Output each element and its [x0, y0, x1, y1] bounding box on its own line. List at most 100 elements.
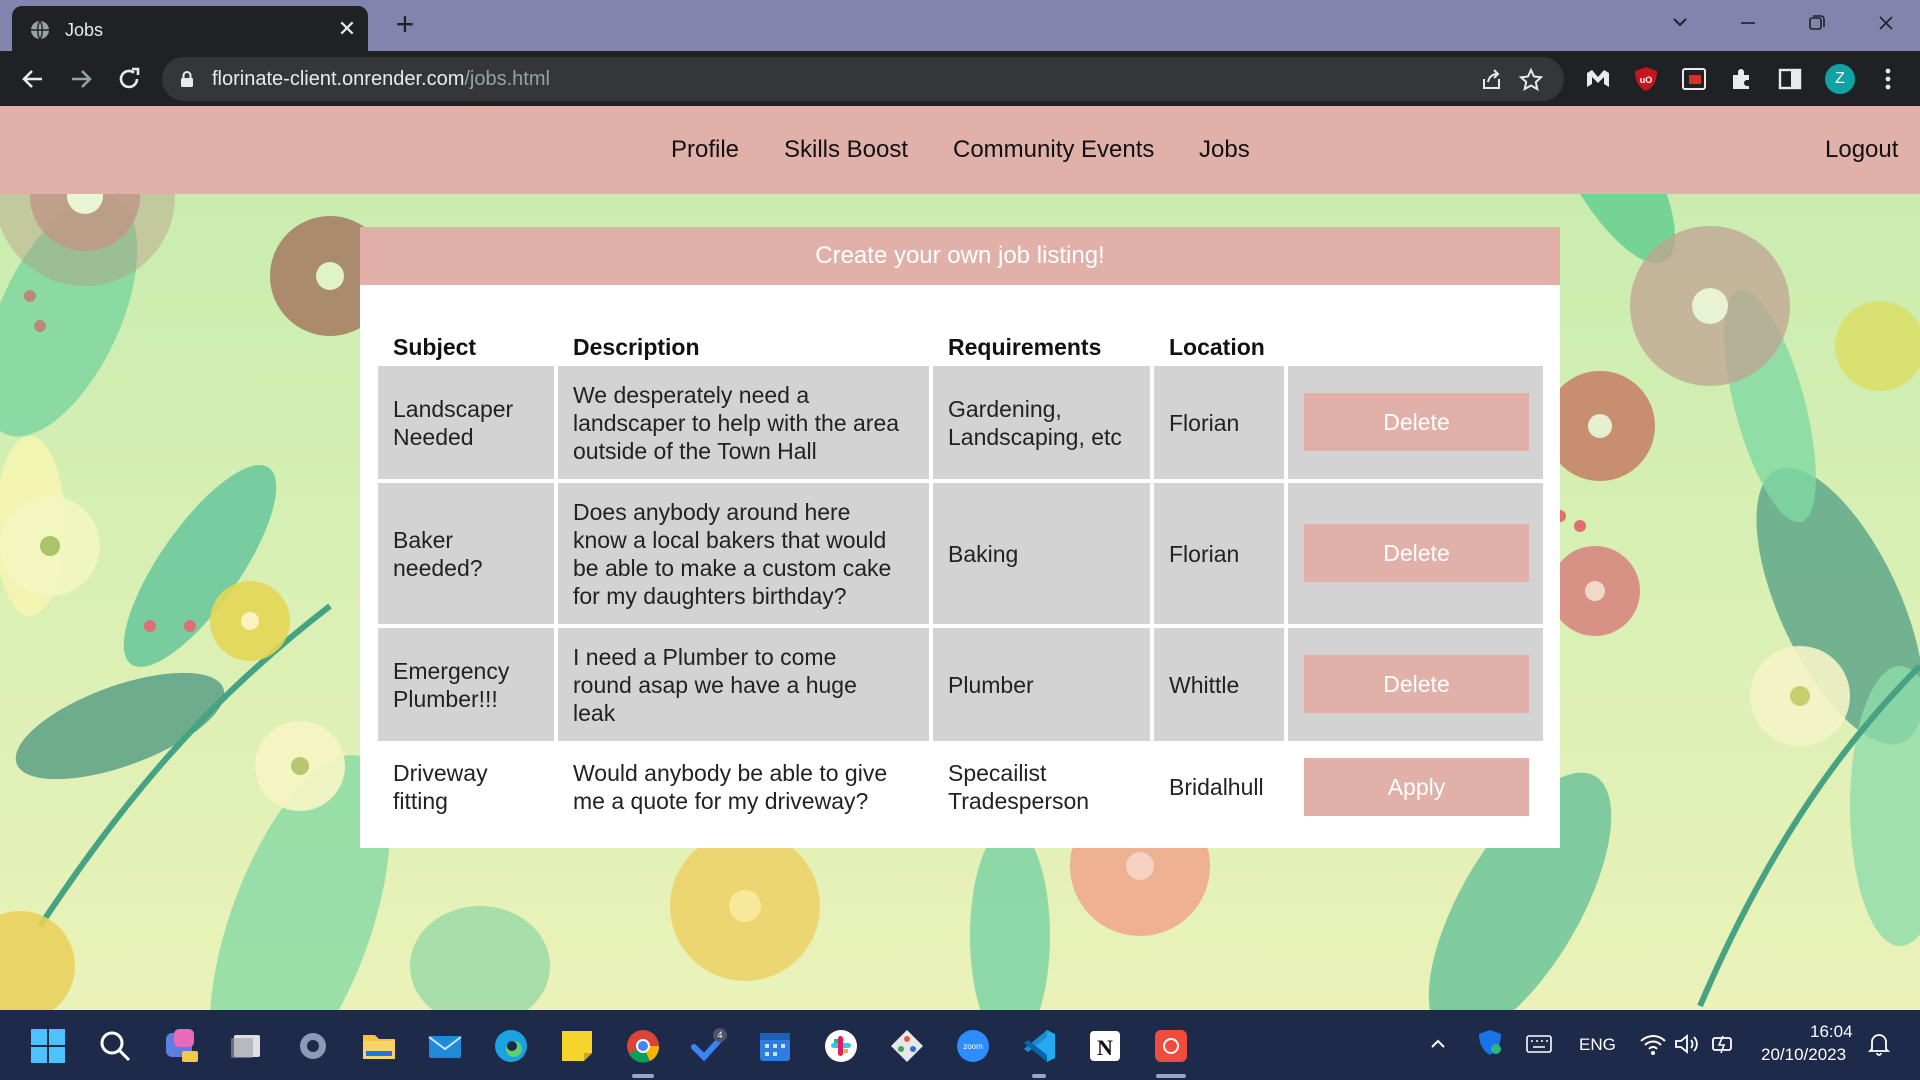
- minimize-icon[interactable]: [1728, 8, 1768, 38]
- requirements-text: Gardening, Landscaping, etc: [948, 396, 1122, 450]
- browser-toolbar: florinate-client.onrender.com/jobs.html …: [0, 51, 1920, 106]
- language-indicator[interactable]: ENG: [1579, 1035, 1616, 1055]
- column-header-subject: Subject: [393, 334, 477, 360]
- cell-action: Delete: [1288, 483, 1543, 624]
- extension-m-icon[interactable]: [1584, 65, 1612, 93]
- description-text: I need a Plumber to come round asap we ha…: [573, 644, 857, 726]
- side-panel-icon[interactable]: [1776, 65, 1804, 93]
- share-icon[interactable]: [1478, 67, 1504, 93]
- requirements-text: Plumber: [948, 672, 1034, 698]
- description-text: We desperately need a landscaper to help …: [573, 382, 900, 464]
- description-text: Would anybody be able to give me a quote …: [573, 760, 888, 814]
- cell-location: Whittle: [1154, 628, 1284, 741]
- active-app-indicator: [632, 1074, 654, 1078]
- svg-text:zoom: zoom: [963, 1042, 983, 1051]
- column-header-requirements: Requirements: [948, 334, 1102, 360]
- calendar-icon[interactable]: [756, 1027, 794, 1065]
- edge-icon[interactable]: [492, 1027, 530, 1065]
- jobs-panel: Create your own job listing! Subject Des…: [360, 227, 1560, 848]
- clock-date[interactable]: 20/10/2023: [1761, 1045, 1846, 1065]
- reload-icon[interactable]: [114, 64, 144, 94]
- bookmark-star-icon[interactable]: [1518, 67, 1544, 93]
- git-kraken-icon[interactable]: [888, 1027, 926, 1065]
- cell-requirements: Plumber: [933, 628, 1150, 741]
- cell-requirements: Gardening, Landscaping, etc: [933, 366, 1150, 479]
- address-bar[interactable]: florinate-client.onrender.com/jobs.html: [162, 57, 1564, 101]
- restore-icon[interactable]: [1796, 8, 1836, 38]
- tray-chevron-up-icon[interactable]: [1424, 1030, 1452, 1058]
- browser-menu-icon[interactable]: [1874, 65, 1902, 93]
- copilot-icon[interactable]: [162, 1027, 200, 1065]
- cell-location: Florian: [1154, 366, 1284, 479]
- page-viewport: Profile Skills Boost Community Events Jo…: [0, 106, 1920, 1010]
- tab-search-icon[interactable]: [1660, 8, 1700, 38]
- location-text: Florian: [1169, 541, 1240, 567]
- cell-location: Florian: [1154, 483, 1284, 624]
- back-arrow-icon[interactable]: [18, 64, 48, 94]
- subject-text: Emergency Plumber!!!: [393, 658, 510, 712]
- create-job-listing-button[interactable]: Create your own job listing!: [360, 227, 1560, 285]
- cell-action: Delete: [1288, 366, 1543, 479]
- vscode-icon[interactable]: [1020, 1027, 1058, 1065]
- url-path: /jobs.html: [464, 68, 550, 90]
- browser-tabstrip: Jobs ✕ +: [0, 0, 1920, 51]
- cell-description: Does anybody around here know a local bak…: [558, 483, 929, 624]
- delete-button[interactable]: Delete: [1304, 655, 1529, 713]
- cell-requirements: Specailist Tradesperson: [933, 745, 1150, 830]
- wifi-icon[interactable]: [1638, 1030, 1668, 1058]
- apply-button[interactable]: Apply: [1304, 758, 1529, 816]
- sticky-notes-icon[interactable]: [558, 1027, 596, 1065]
- cell-description: I need a Plumber to come round asap we ha…: [558, 628, 929, 741]
- nav-profile[interactable]: Profile: [671, 136, 739, 164]
- slack-icon[interactable]: [822, 1027, 860, 1065]
- chrome-icon[interactable]: [624, 1027, 662, 1065]
- notifications-bell-icon[interactable]: [1865, 1030, 1893, 1058]
- settings-gear-icon[interactable]: [294, 1027, 332, 1065]
- subject-text: Baker needed?: [393, 527, 483, 581]
- nav-skills-boost[interactable]: Skills Boost: [784, 136, 908, 164]
- url-domain: florinate-client.onrender.com: [212, 68, 465, 90]
- column-header-description: Description: [573, 334, 700, 360]
- cell-action: Apply: [1288, 745, 1543, 830]
- cell-requirements: Baking: [933, 483, 1150, 624]
- column-header-location: Location: [1169, 334, 1265, 360]
- snipping-tool-icon[interactable]: [1152, 1027, 1190, 1065]
- cell-action: Delete: [1288, 628, 1543, 741]
- extensions-puzzle-icon[interactable]: [1728, 65, 1756, 93]
- nav-logout[interactable]: Logout: [1825, 136, 1898, 164]
- file-explorer-icon[interactable]: [360, 1027, 398, 1065]
- svg-text:N: N: [1097, 1035, 1113, 1060]
- notion-icon[interactable]: N: [1086, 1027, 1124, 1065]
- tab-jobs[interactable]: Jobs ✕: [12, 6, 368, 51]
- cell-description: Would anybody be able to give me a quote …: [558, 745, 929, 830]
- subject-text: Driveway fitting: [393, 760, 488, 814]
- nav-jobs[interactable]: Jobs: [1199, 136, 1250, 164]
- cell-description: We desperately need a landscaper to help …: [558, 366, 929, 479]
- delete-button[interactable]: Delete: [1304, 393, 1529, 451]
- task-view-icon[interactable]: [228, 1027, 266, 1065]
- mail-icon[interactable]: [426, 1027, 464, 1065]
- close-window-icon[interactable]: [1866, 8, 1906, 38]
- nav-community-events[interactable]: Community Events: [953, 136, 1154, 164]
- description-text: Does anybody around here know a local bak…: [573, 499, 892, 609]
- profile-avatar[interactable]: Z: [1825, 64, 1855, 94]
- new-tab-button[interactable]: +: [390, 8, 420, 40]
- cell-subject: Baker needed?: [378, 483, 554, 624]
- svg-text:uO: uO: [1640, 75, 1653, 85]
- search-icon[interactable]: [96, 1027, 134, 1065]
- forward-arrow-icon[interactable]: [66, 64, 96, 94]
- lock-icon[interactable]: [180, 70, 194, 88]
- clock-time[interactable]: 16:04: [1810, 1022, 1853, 1042]
- screen-recorder-icon[interactable]: [1680, 65, 1708, 93]
- windows-start-icon[interactable]: [29, 1027, 67, 1065]
- keyboard-icon[interactable]: [1525, 1032, 1553, 1056]
- delete-button[interactable]: Delete: [1304, 524, 1529, 582]
- tasks-check-icon[interactable]: 4: [690, 1027, 728, 1065]
- battery-charging-icon[interactable]: [1710, 1030, 1738, 1058]
- ublock-icon[interactable]: uO: [1632, 65, 1660, 93]
- security-shield-icon[interactable]: [1475, 1028, 1505, 1058]
- volume-icon[interactable]: [1672, 1030, 1700, 1058]
- location-text: Florian: [1169, 410, 1240, 436]
- zoom-icon[interactable]: zoom: [954, 1027, 992, 1065]
- close-tab-icon[interactable]: ✕: [334, 16, 360, 42]
